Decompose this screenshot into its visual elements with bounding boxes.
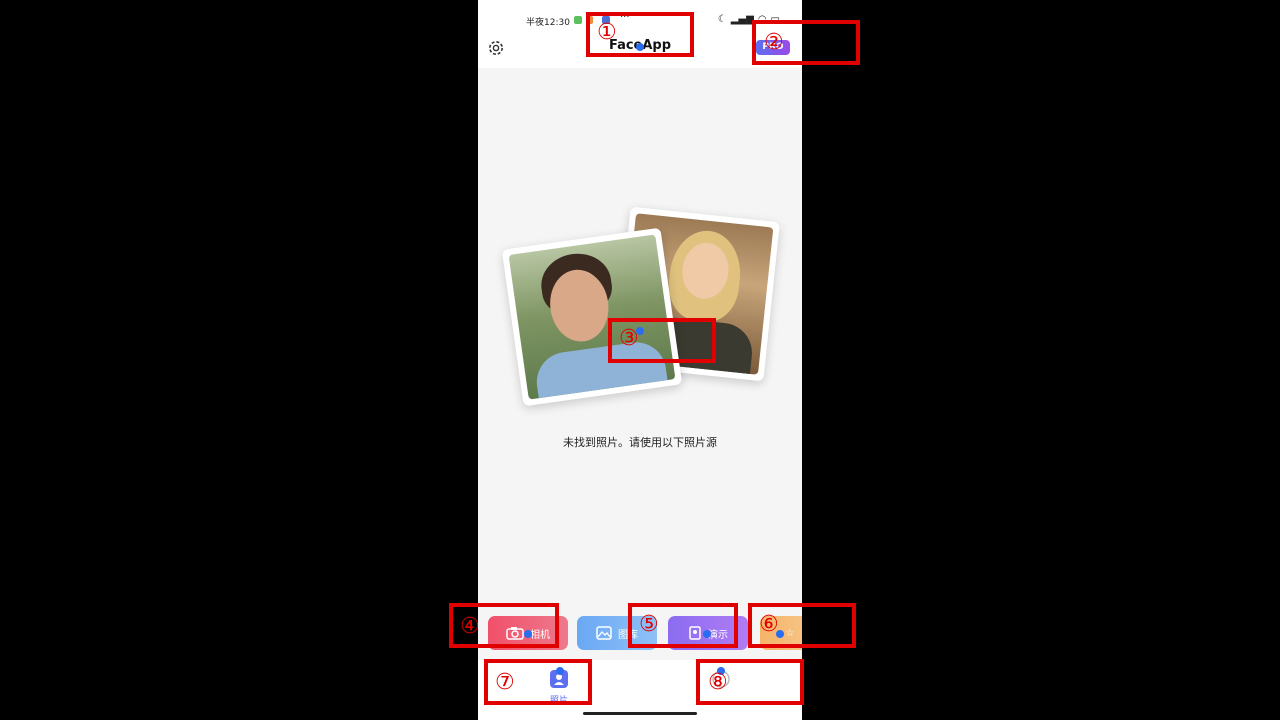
notification-icon [574, 16, 582, 24]
empty-state-message: 未找到照片。请使用以下照片源 [563, 436, 717, 449]
annotation-number-3: ③ [619, 326, 639, 351]
photo-card-man [501, 227, 683, 407]
moon-icon: ☾ [717, 14, 727, 25]
sample-photos-illustration [500, 200, 780, 420]
annotation-number-7: ⑦ [495, 670, 515, 695]
annotation-number-8: ⑧ [708, 670, 728, 695]
annotation-number-6: ⑥ [759, 612, 779, 637]
annotation-number-1: ① [597, 20, 617, 45]
home-indicator [583, 712, 697, 715]
man-photo [508, 234, 676, 400]
status-time: 半夜12:30 [526, 18, 570, 28]
annotation-number-5: ⑤ [639, 612, 659, 637]
signal-icon: ▂▄▆ [730, 14, 754, 25]
annotation-number-4: ④ [460, 614, 480, 639]
gallery-icon [596, 626, 612, 640]
annotation-number-2: ② [764, 30, 784, 55]
gear-icon[interactable] [486, 38, 506, 58]
